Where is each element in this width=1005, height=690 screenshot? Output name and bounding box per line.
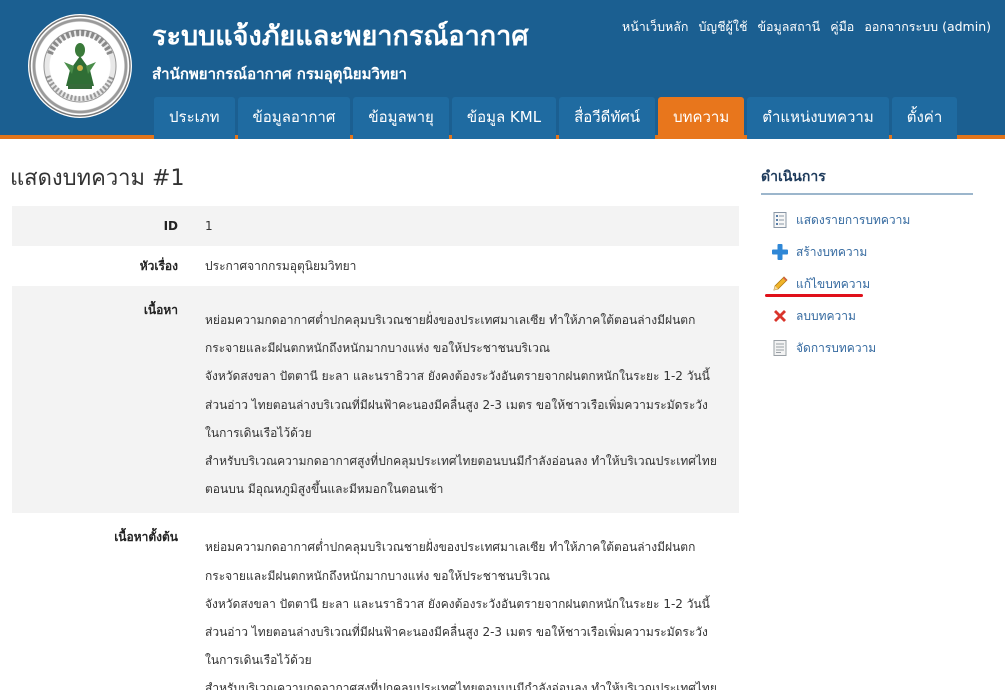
operations-list: แสดงรายการบทความ สร้างบทความ แก้ไขบทความ… (761, 204, 973, 364)
detail-key: หัวเรื่อง (139, 258, 178, 273)
detail-row-subject: หัวเรื่อง ประกาศจากกรมอุตุนิยมวิทยา (12, 246, 739, 286)
op-label: แก้ไขบทความ (796, 276, 871, 291)
content-line: ในการเดินเรือไว้ด้วย (205, 425, 312, 440)
content-line: หย่อมความกดอากาศต่ำปกคลุมบริเวณชายฝั่งขอ… (205, 540, 696, 555)
op-edit-article[interactable]: แก้ไขบทความ (761, 268, 973, 300)
detail-row-id: ID 1 (12, 206, 739, 246)
op-label: สร้างบทความ (796, 244, 868, 259)
content-line: ตอนบน มีอุณหภูมิสูงขึ้นและมีหมอกในตอนเช้… (205, 482, 444, 497)
tab-article-position[interactable]: ตำแหน่งบทความ (747, 97, 889, 139)
top-link-station[interactable]: ข้อมูลสถานี (757, 17, 820, 37)
op-label: แสดงรายการบทความ (796, 212, 911, 227)
op-manage-articles[interactable]: จัดการบทความ (761, 332, 973, 364)
content-line: กระจายและมีฝนตกหนักถึงหนักมากบางแห่ง ขอใ… (205, 568, 550, 583)
content-line: ส่วนอ่าว ไทยตอนล่างบริเวณที่มีฝนฟ้าคะนอง… (205, 397, 708, 412)
top-link-manual[interactable]: คู่มือ (830, 17, 854, 37)
detail-key: เนื้อหา (143, 303, 178, 317)
detail-value: หย่อมความกดอากาศต่ำปกคลุมบริเวณชายฝั่งขอ… (190, 521, 739, 690)
main-nav: ประเภท ข้อมูลอากาศ ข้อมูลพายุ ข้อมูล KML… (154, 97, 958, 139)
content-line: หย่อมความกดอากาศต่ำปกคลุมบริเวณชายฝั่งขอ… (205, 313, 696, 327)
operations-sidebar: ดำเนินการ แสดงรายการบทความ สร้างบทความ แ… (761, 166, 973, 364)
detail-value: ประกาศจากกรมอุตุนิยมวิทยา (205, 258, 357, 273)
op-label: ลบบทความ (796, 308, 856, 323)
detail-value: หย่อมความกดอากาศต่ำปกคลุมบริเวณชายฝั่งขอ… (190, 294, 739, 503)
logo[interactable] (28, 14, 132, 118)
content-line: สำหรับบริเวณความกดอากาศสูงที่ปกคลุมประเท… (205, 681, 717, 690)
detail-value: 1 (205, 219, 213, 233)
detail-key: เนื้อหาตั้งต้น (114, 530, 178, 545)
tab-category[interactable]: ประเภท (154, 97, 235, 139)
list-icon (773, 212, 787, 228)
content-line: ในการเดินเรือไว้ด้วย (205, 653, 312, 668)
plus-icon (772, 244, 788, 260)
pencil-icon (773, 276, 788, 291)
header: ระบบแจ้งภัยและพยากรณ์อากาศ สำนักพยากรณ์อ… (0, 0, 1005, 139)
op-list-articles[interactable]: แสดงรายการบทความ (761, 204, 973, 236)
delete-icon (774, 310, 786, 322)
detail-key: ID (163, 219, 178, 233)
op-label: จัดการบทความ (796, 340, 877, 355)
content-line: จังหวัดสงขลา ปัตตานี ยะลา และนราธิวาส ยั… (205, 369, 710, 384)
tab-video[interactable]: สื่อวีดีทัศน์ (559, 97, 656, 139)
site-subtitle: สำนักพยากรณ์อากาศ กรมอุตุนิยมวิทยา (152, 65, 407, 83)
site-title: ระบบแจ้งภัยและพยากรณ์อากาศ (152, 21, 529, 52)
top-link-account[interactable]: บัญชีผู้ใช้ (699, 17, 748, 37)
top-link-home[interactable]: หน้าเว็บหลัก (622, 17, 689, 37)
detail-row-content: เนื้อหา หย่อมความกดอากาศต่ำปกคลุมบริเวณช… (12, 286, 739, 514)
content-line: กระจายและมีฝนตกหนักถึงหนักมากบางแห่ง ขอใ… (205, 341, 550, 356)
tab-storm[interactable]: ข้อมูลพายุ (353, 97, 449, 139)
highlight-underline (765, 294, 863, 297)
tab-settings[interactable]: ตั้งค่า (891, 97, 958, 139)
emblem-icon (64, 43, 96, 89)
op-delete-article[interactable]: ลบบทความ (761, 300, 973, 332)
page-title: แสดงบทความ #1 (10, 166, 185, 191)
manage-icon (773, 340, 787, 356)
content-line: ส่วนอ่าว ไทยตอนล่างบริเวณที่มีฝนฟ้าคะนอง… (205, 625, 708, 640)
top-link-logout[interactable]: ออกจากระบบ (admin) (864, 17, 991, 37)
tab-articles[interactable]: บทความ (658, 97, 745, 139)
tab-kml[interactable]: ข้อมูล KML (451, 97, 557, 139)
sidebar-title: ดำเนินการ (761, 166, 973, 195)
tab-weather[interactable]: ข้อมูลอากาศ (237, 97, 351, 139)
top-links: หน้าเว็บหลัก บัญชีผู้ใช้ ข้อมูลสถานี คู่… (622, 17, 991, 37)
content-line: สำหรับบริเวณความกดอากาศสูงที่ปกคลุมประเท… (205, 454, 717, 469)
article-detail-table: ID 1 หัวเรื่อง ประกาศจากกรมอุตุนิยมวิทยา… (12, 206, 739, 690)
content-line: จังหวัดสงขลา ปัตตานี ยะลา และนราธิวาส ยั… (205, 596, 710, 611)
detail-row-original-content: เนื้อหาตั้งต้น หย่อมความกดอากาศต่ำปกคลุม… (12, 513, 739, 690)
op-create-article[interactable]: สร้างบทความ (761, 236, 973, 268)
